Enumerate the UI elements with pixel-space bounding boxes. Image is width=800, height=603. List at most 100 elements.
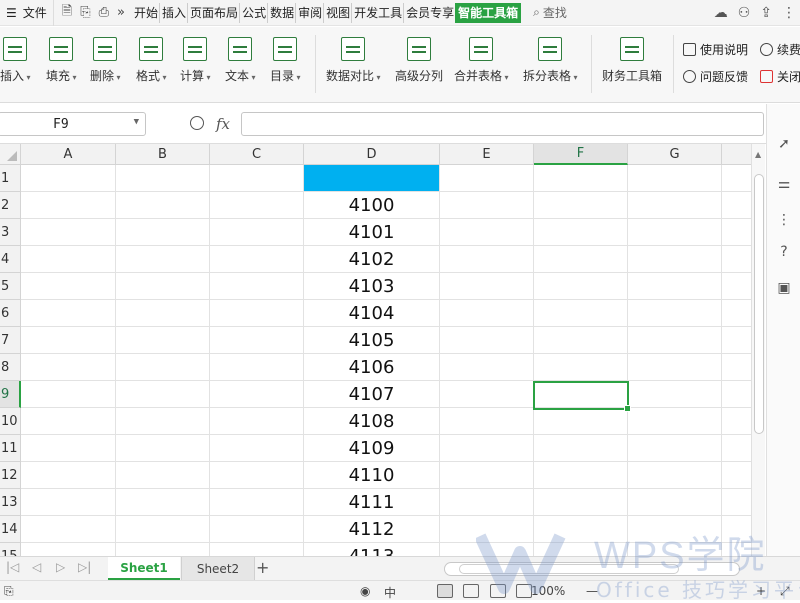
cell[interactable] (210, 489, 304, 516)
cell[interactable] (116, 246, 210, 273)
cell[interactable] (440, 246, 534, 273)
export-pdf-icon[interactable]: ⎘ (80, 5, 90, 20)
cell[interactable] (534, 219, 628, 246)
name-box[interactable]: F9 ▼ (0, 112, 146, 136)
row-header[interactable]: 10 (0, 408, 21, 435)
column-header[interactable]: A (21, 144, 116, 165)
column-header-selected[interactable]: F (534, 144, 628, 165)
cell[interactable] (21, 327, 116, 354)
cell[interactable] (628, 165, 722, 192)
cell[interactable]: 4105 (304, 327, 440, 354)
cell[interactable] (116, 300, 210, 327)
cell[interactable] (210, 192, 304, 219)
cell[interactable] (722, 246, 751, 273)
cell[interactable] (210, 165, 304, 192)
cursor-icon[interactable]: ➚ (776, 136, 792, 152)
cell[interactable] (722, 489, 751, 516)
cell[interactable] (534, 246, 628, 273)
row-header[interactable]: 7 (0, 327, 21, 354)
next-sheet-icon[interactable]: ▷ (56, 560, 65, 574)
chevron-down-icon[interactable]: ▼ (134, 117, 139, 127)
cell[interactable] (210, 435, 304, 462)
cell[interactable] (722, 408, 751, 435)
tab-data[interactable]: 数据 (267, 2, 295, 23)
renew-button[interactable]: 续费 (760, 41, 800, 58)
more-icon[interactable]: » (117, 5, 125, 20)
cell[interactable] (628, 408, 722, 435)
cell[interactable] (116, 165, 210, 192)
cell[interactable]: 4108 (304, 408, 440, 435)
fullscreen-icon[interactable]: ⤢ (780, 584, 790, 599)
cell[interactable] (628, 462, 722, 489)
delete-button[interactable]: 删除 (90, 37, 121, 84)
cell[interactable] (722, 273, 751, 300)
row-header[interactable]: 13 (0, 489, 21, 516)
cell[interactable]: 4106 (304, 354, 440, 381)
cell[interactable] (21, 381, 116, 408)
row-header[interactable]: 1 (0, 165, 21, 192)
cell[interactable] (722, 462, 751, 489)
cloud-icon[interactable]: ☁ (714, 5, 728, 21)
cell[interactable] (440, 192, 534, 219)
zoom-level[interactable]: 100% (531, 584, 565, 598)
cell[interactable] (440, 300, 534, 327)
tab-review[interactable]: 审阅 (295, 2, 323, 23)
cell[interactable] (21, 543, 116, 556)
help-circle-icon[interactable]: ? (776, 244, 792, 260)
tab-insert[interactable]: 插入 (159, 2, 187, 23)
print-icon[interactable]: ⎙ (99, 5, 109, 20)
cell[interactable] (21, 273, 116, 300)
cell[interactable] (440, 489, 534, 516)
cell[interactable] (534, 516, 628, 543)
cell[interactable] (534, 192, 628, 219)
cell[interactable] (722, 192, 751, 219)
file-menu[interactable]: ☰ 文件 (0, 0, 53, 26)
column-header[interactable]: C (210, 144, 304, 165)
select-all-corner[interactable] (0, 144, 21, 165)
normal-view-icon[interactable] (437, 584, 453, 598)
cell[interactable] (722, 543, 751, 556)
cell[interactable] (21, 408, 116, 435)
cell[interactable] (21, 246, 116, 273)
zoom-in-icon[interactable]: + (756, 584, 766, 598)
cell[interactable] (116, 273, 210, 300)
cell[interactable] (440, 327, 534, 354)
cell[interactable]: 4100 (304, 192, 440, 219)
tab-view[interactable]: 视图 (323, 2, 351, 23)
row-header[interactable]: 12 (0, 462, 21, 489)
fill-button[interactable]: 填充 (46, 37, 77, 84)
save-icon[interactable]: 🗎 (62, 2, 72, 24)
row-header[interactable]: 15 (0, 543, 21, 556)
cell[interactable] (628, 516, 722, 543)
macro-icon[interactable]: ⎘ (4, 584, 14, 599)
cell[interactable]: 4111 (304, 489, 440, 516)
cell[interactable] (534, 543, 628, 556)
row-header[interactable]: 2 (0, 192, 21, 219)
cell[interactable] (21, 462, 116, 489)
cell[interactable] (628, 300, 722, 327)
calculate-button[interactable]: 计算 (180, 37, 211, 84)
split-tables-button[interactable]: 拆分表格 (523, 37, 578, 84)
cell[interactable] (210, 246, 304, 273)
cell[interactable] (116, 408, 210, 435)
cell[interactable] (210, 462, 304, 489)
cell[interactable] (116, 435, 210, 462)
cell[interactable] (722, 435, 751, 462)
cell[interactable] (21, 219, 116, 246)
structure-icon[interactable]: ⋮ (776, 212, 792, 228)
cell[interactable]: 4110 (304, 462, 440, 489)
tab-smart-toolbox[interactable]: 智能工具箱 (455, 2, 522, 23)
column-header[interactable] (722, 144, 751, 165)
row-header[interactable]: 3 (0, 219, 21, 246)
cell[interactable] (116, 192, 210, 219)
tab-page-layout[interactable]: 页面布局 (187, 2, 239, 23)
share-icon[interactable]: ⇪ (760, 5, 772, 21)
cell[interactable] (210, 408, 304, 435)
row-header[interactable]: 6 (0, 300, 21, 327)
cell[interactable] (534, 273, 628, 300)
cell[interactable] (210, 219, 304, 246)
cell[interactable]: 4109 (304, 435, 440, 462)
row-header[interactable]: 8 (0, 354, 21, 381)
horizontal-scrollbar[interactable] (444, 562, 740, 576)
advanced-split-button[interactable]: 高级分列 (395, 37, 443, 84)
